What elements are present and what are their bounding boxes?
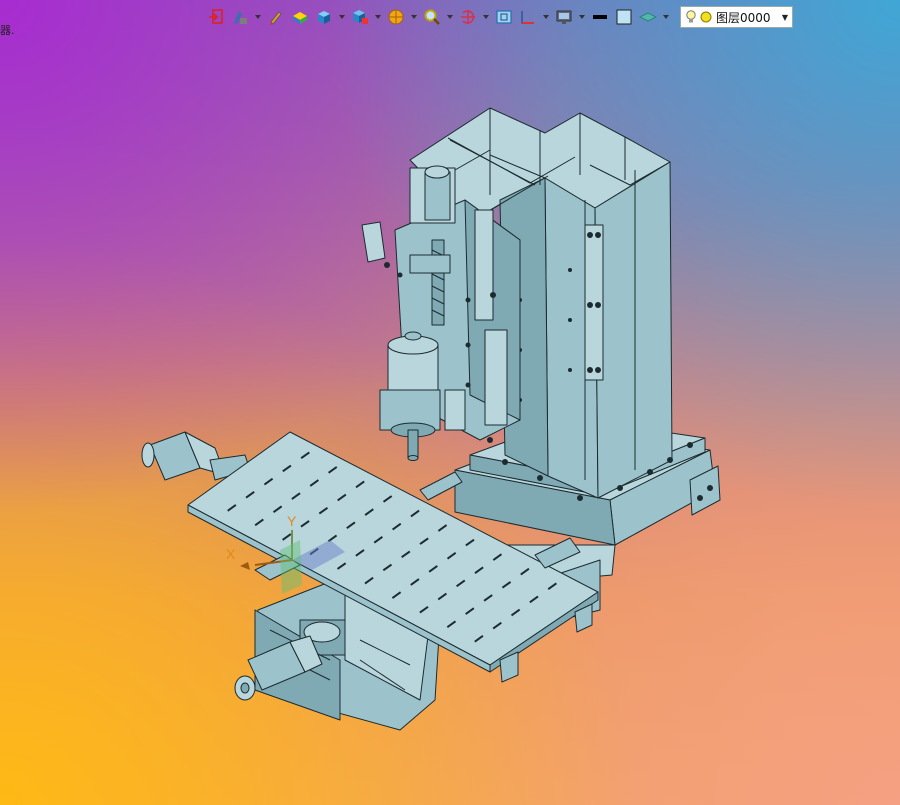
cnc-machine-model[interactable]: .p { fill:#9cc3cc; stroke:#1c2b30; strok… bbox=[0, 0, 900, 805]
y-axis-label: Y bbox=[287, 513, 297, 529]
x-axis-label: X bbox=[226, 546, 236, 562]
3d-viewport[interactable]: 器. 图层0000 ▼ X Y bbox=[0, 0, 900, 805]
spindle-head-assembly bbox=[361, 165, 521, 461]
